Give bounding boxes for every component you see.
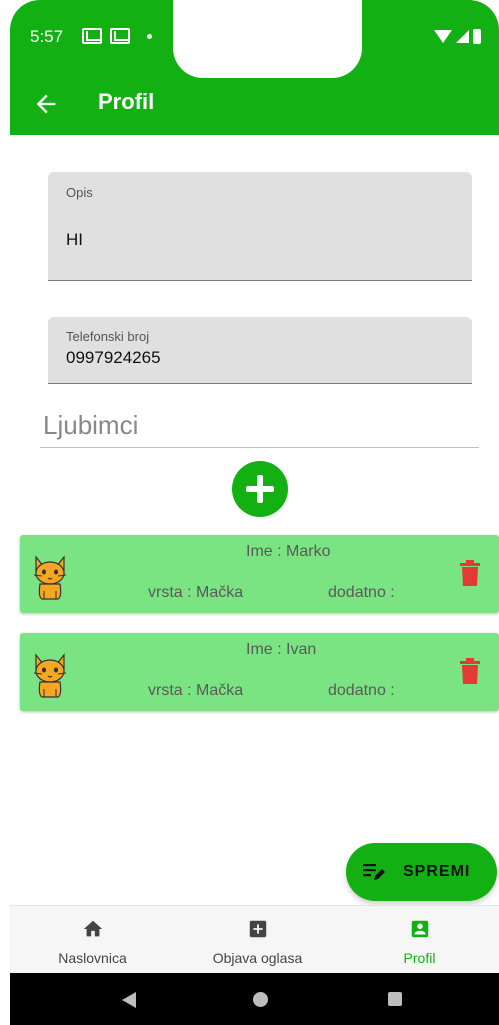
- nav-item-home[interactable]: Naslovnica: [10, 906, 175, 974]
- add-circle-icon: [246, 475, 274, 503]
- pet-species: vrsta : Mačka: [148, 682, 244, 699]
- description-value[interactable]: HI: [66, 230, 83, 250]
- arrow-back-icon[interactable]: [32, 90, 60, 118]
- wifi-icon: [434, 29, 452, 43]
- camera-notch: [173, 0, 362, 78]
- pet-extra: dodatno :: [328, 682, 395, 699]
- description-field[interactable]: Opis HI: [48, 172, 472, 281]
- save-button[interactable]: SPREMI: [346, 843, 497, 901]
- system-back-icon[interactable]: [122, 992, 136, 1008]
- delete-icon[interactable]: [459, 658, 481, 684]
- cat-avatar-icon: [33, 555, 67, 600]
- battery-icon: [473, 28, 481, 44]
- cat-avatar-icon: [33, 653, 67, 698]
- phone-value[interactable]: 0997924265: [66, 348, 161, 368]
- nav-label-post-ad: Objava oglasa: [212, 950, 303, 966]
- pet-card[interactable]: Ime : Ivan vrsta : Mačka dodatno :: [20, 633, 499, 711]
- delete-icon[interactable]: [459, 560, 481, 586]
- description-label: Opis: [66, 185, 93, 200]
- mail-icon: [110, 28, 130, 44]
- account-box-icon: [411, 920, 428, 938]
- pet-extra: dodatno :: [328, 584, 395, 601]
- app-bar: Profil: [10, 78, 499, 135]
- phone-field[interactable]: Telefonski broj 0997924265: [48, 317, 472, 384]
- status-time: 5:57: [30, 27, 64, 46]
- save-label: SPREMI: [403, 863, 471, 880]
- dot-icon: [147, 34, 152, 39]
- pet-name: Ime : Marko: [246, 543, 331, 560]
- page-title: Profil: [98, 89, 155, 114]
- nav-item-profile[interactable]: Profil: [340, 906, 499, 974]
- add-box-icon: [249, 920, 266, 938]
- pet-card[interactable]: Ime : Marko vrsta : Mačka dodatno :: [20, 535, 499, 613]
- system-recents-icon[interactable]: [388, 992, 402, 1006]
- signal-icon: [456, 29, 469, 43]
- home-icon: [83, 920, 102, 937]
- pets-heading: Ljubimci: [40, 410, 479, 448]
- nav-item-post-ad[interactable]: Objava oglasa: [175, 906, 340, 974]
- mail-icon: [82, 28, 102, 44]
- nav-label-profile: Profil: [403, 950, 436, 966]
- pet-name: Ime : Ivan: [246, 641, 317, 658]
- status-bar: 5:57: [10, 0, 499, 78]
- add-pet-button[interactable]: [232, 461, 288, 517]
- system-navigation-bar: [10, 973, 499, 1025]
- pet-species: vrsta : Mačka: [148, 584, 244, 601]
- nav-label-home: Naslovnica: [58, 950, 127, 966]
- edit-note-icon: [363, 864, 385, 880]
- bottom-navigation: Naslovnica Objava oglasa Profil: [10, 905, 499, 973]
- system-home-icon[interactable]: [253, 992, 268, 1007]
- phone-label: Telefonski broj: [66, 329, 150, 344]
